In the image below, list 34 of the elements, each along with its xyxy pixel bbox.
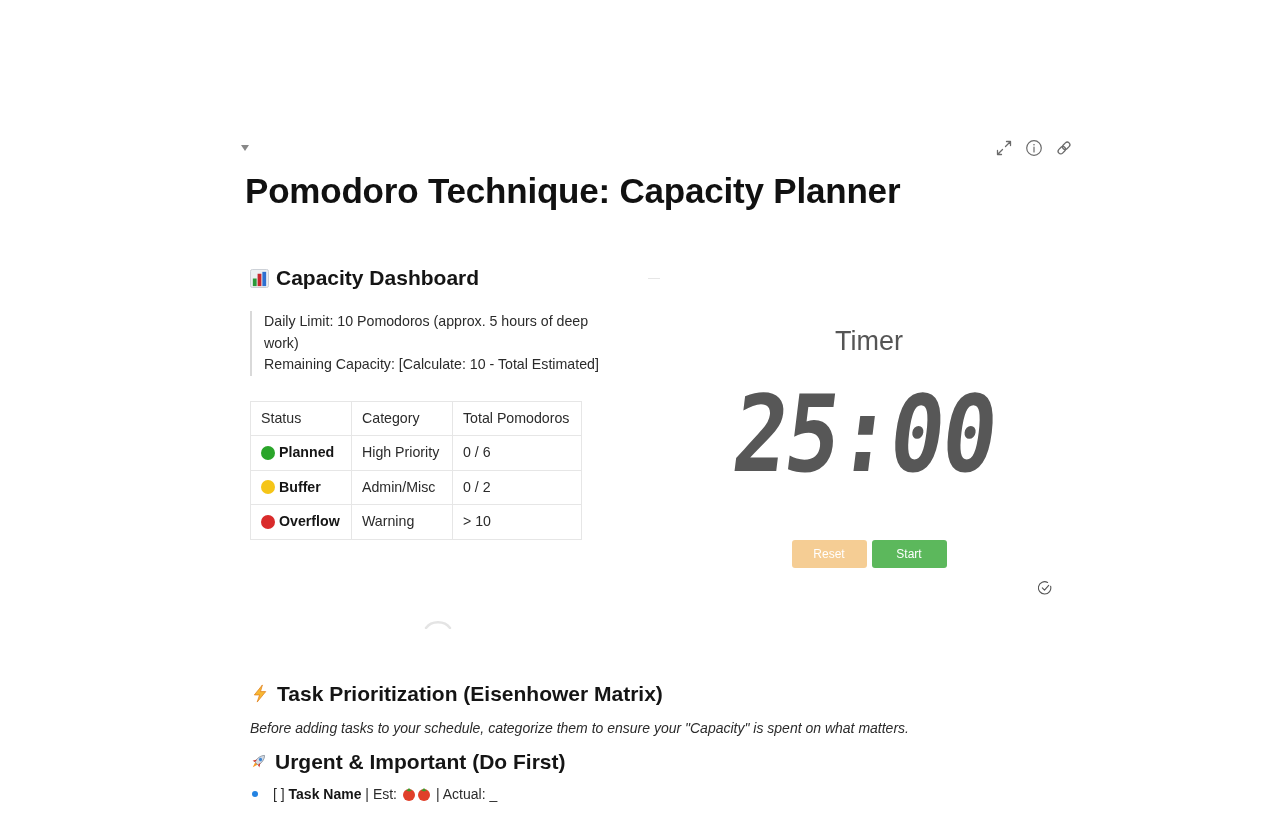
subsection-heading: Urgent & Important (Do First) (275, 748, 566, 775)
status-label: Overflow (279, 512, 340, 531)
table-cell: 0 / 2 (452, 470, 582, 505)
link-icon[interactable] (1056, 140, 1072, 156)
task-text: [ ] Task Name | Est: (273, 785, 397, 802)
task-text: | Actual: _ (436, 785, 498, 802)
section-heading: Task Prioritization (Eisenhower Matrix) (277, 680, 663, 707)
timer-title: Timer (835, 325, 903, 357)
status-label: Planned (279, 443, 335, 462)
table-cell: High Priority (351, 435, 453, 470)
table-cell: Warning (351, 504, 453, 539)
table-cell: Admin/Misc (351, 470, 453, 505)
table-cell: 0 / 6 (452, 435, 582, 470)
bar-chart-icon (250, 268, 269, 288)
column-header: Total Pomodoros (452, 401, 582, 436)
intro-text: Before adding tasks to your schedule, categorize them to ensure your "Capacity" is spent on what matters. (250, 718, 910, 738)
quote-text: Daily Limit: 10 Pomodoros (approx. 5 hours of deep work) (264, 312, 590, 353)
expand-icon[interactable] (996, 140, 1012, 156)
spinner-icon (424, 619, 452, 629)
collapse-caret-icon[interactable] (241, 145, 249, 151)
check-circle-icon[interactable] (1038, 581, 1052, 595)
tomato-icon (417, 786, 431, 801)
column-header: Category (351, 401, 453, 436)
page-title: Pomodoro Technique: Capacity Planner (245, 170, 902, 212)
table-cell: > 10 (452, 504, 582, 539)
start-button[interactable]: Start (871, 540, 947, 568)
column-header: Status (250, 401, 352, 436)
bullet-icon (252, 790, 258, 797)
quote-text: Remaining Capacity: [Calculate: 10 - Total Estimated] (264, 355, 600, 374)
status-label: Buffer (279, 477, 321, 497)
tomato-icon (402, 786, 416, 801)
info-icon[interactable] (1026, 140, 1042, 156)
timer-display: 25:00 (728, 393, 1000, 476)
section-heading: Capacity Dashboard (276, 265, 480, 291)
